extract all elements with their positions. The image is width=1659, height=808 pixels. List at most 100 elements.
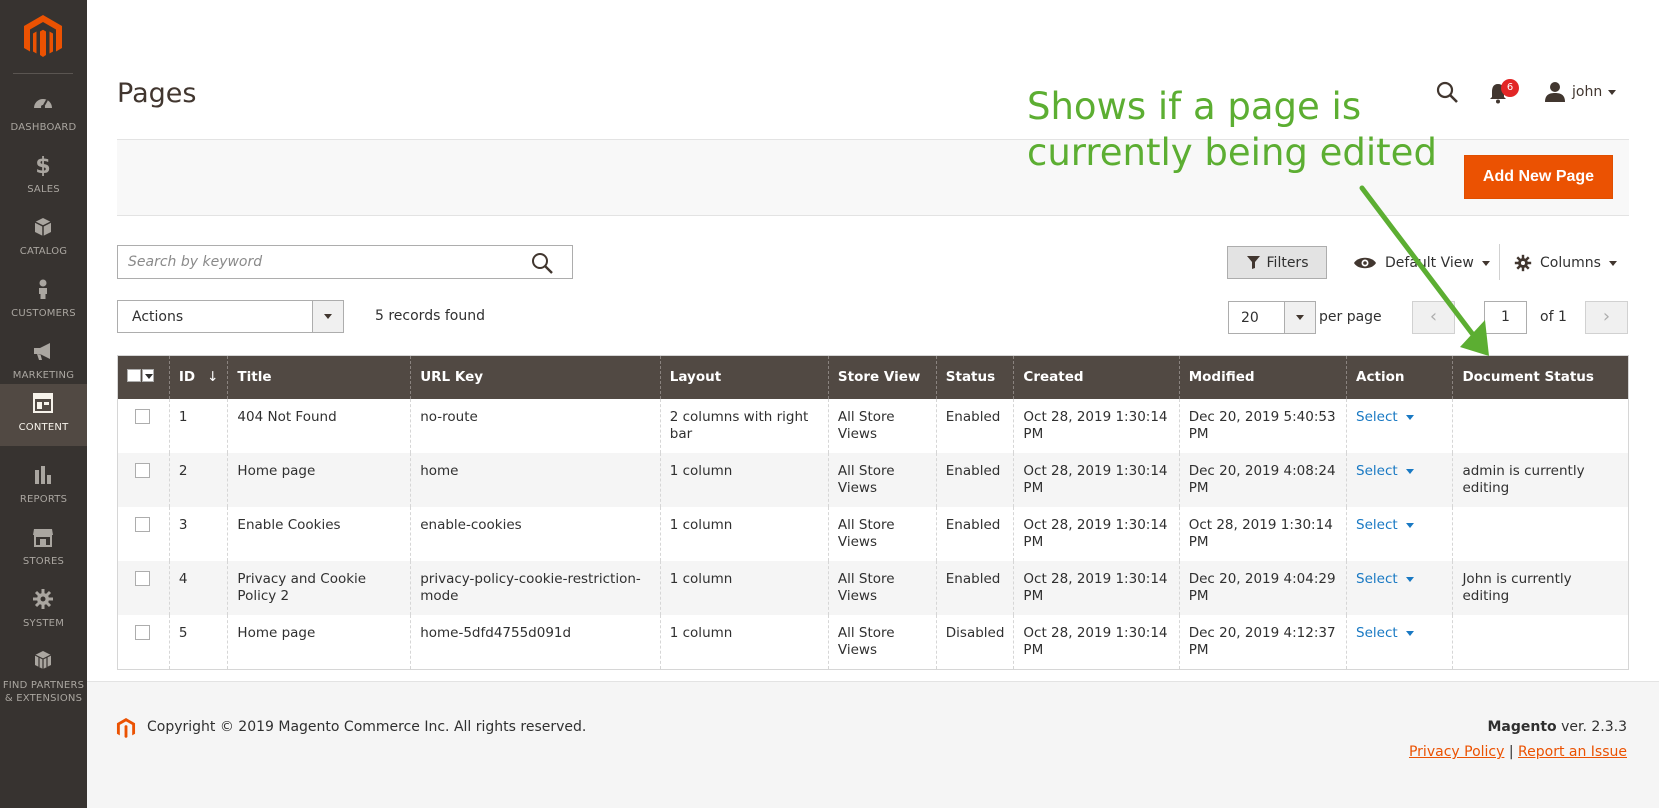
mass-select-dropdown[interactable] — [142, 368, 154, 382]
cell-status: Disabled — [935, 614, 1014, 670]
column-header-action: Action — [1346, 355, 1453, 399]
page-footer: Copyright © 2019 Magento Commerce Inc. A… — [87, 681, 1659, 808]
report-issue-link[interactable]: Report an Issue — [1518, 744, 1627, 760]
action-label: Select — [1356, 570, 1398, 587]
cell-document-status — [1452, 398, 1629, 453]
chevron-down-icon — [1405, 468, 1414, 474]
mass-select-checkbox[interactable] — [127, 368, 154, 382]
cell-title: 404 Not Found — [227, 398, 411, 453]
action-label: Select — [1356, 408, 1398, 425]
cell-status: Enabled — [935, 560, 1014, 615]
column-header-store-view[interactable]: Store View — [827, 355, 937, 399]
bar-chart-icon — [35, 466, 51, 484]
row-checkbox[interactable] — [135, 516, 150, 532]
sidebar-item-catalog[interactable]: CATALOG — [0, 208, 87, 270]
privacy-policy-link[interactable]: Privacy Policy — [1409, 744, 1504, 760]
chevron-down-icon — [324, 314, 332, 319]
column-header-status[interactable]: Status — [935, 355, 1014, 399]
row-action-select[interactable]: Select — [1356, 463, 1414, 480]
sidebar-item-label-2: & EXTENSIONS — [4, 693, 83, 704]
per-page-value: 20 — [1241, 310, 1259, 326]
sidebar-item-system[interactable]: SYSTEM — [0, 580, 87, 642]
column-header-document-status[interactable]: Document Status — [1452, 355, 1629, 399]
cell-modified: Dec 20, 2019 4:08:24 PM — [1178, 452, 1347, 507]
mass-actions-toggle[interactable] — [312, 301, 343, 332]
row-checkbox[interactable] — [135, 570, 150, 586]
magento-logo-icon[interactable] — [22, 14, 64, 58]
column-header-id[interactable]: ID ↓ — [168, 355, 228, 399]
cell-status: Enabled — [935, 398, 1014, 453]
sidebar-item-label: FIND PARTNERS — [2, 680, 85, 691]
annotation-line-1: Shows if a page is — [1027, 85, 1362, 128]
column-header-layout[interactable]: Layout — [659, 355, 829, 399]
footer-separator: | — [1508, 744, 1514, 760]
user-menu[interactable]: john — [1544, 80, 1617, 104]
chevron-down-icon — [1405, 522, 1414, 528]
sidebar-item-dashboard[interactable]: DASHBOARD — [0, 84, 87, 146]
sidebar-item-content[interactable]: CONTENT — [0, 384, 87, 446]
column-header-created[interactable]: Created — [1013, 355, 1180, 399]
column-label: ID — [178, 369, 196, 386]
page-count: of 1 — [1540, 309, 1567, 325]
sidebar-item-sales[interactable]: $ SALES — [0, 146, 87, 208]
per-page-select[interactable]: 20 — [1228, 301, 1316, 334]
search-field — [117, 245, 573, 279]
sidebar-item-stores[interactable]: STORES — [0, 518, 87, 580]
cell-modified: Dec 20, 2019 5:40:53 PM — [1178, 398, 1347, 453]
user-name: john — [1572, 84, 1603, 100]
row-checkbox[interactable] — [135, 408, 150, 424]
cell-document-status: admin is currently editing — [1452, 452, 1629, 507]
chevron-down-icon — [1481, 260, 1490, 266]
gear-icon — [33, 589, 53, 609]
search-icon[interactable] — [530, 251, 554, 275]
row-action-select[interactable]: Select — [1356, 409, 1414, 426]
records-found: 5 records found — [375, 308, 485, 324]
page-title: Pages — [117, 78, 197, 109]
per-page-toggle[interactable] — [1284, 302, 1315, 333]
pages-grid: ID ↓ Title URL Key Layout Store View Stat… — [117, 355, 1629, 670]
action-label: Select — [1356, 462, 1398, 479]
cell-layout: 1 column — [659, 506, 829, 561]
previous-page-button[interactable]: ‹ — [1412, 301, 1455, 334]
cell-created: Oct 28, 2019 1:30:14 PM — [1013, 614, 1180, 670]
next-page-button[interactable]: › — [1585, 301, 1628, 334]
row-checkbox[interactable] — [135, 462, 150, 478]
row-action-select[interactable]: Select — [1356, 517, 1414, 534]
copyright-text: Copyright © 2019 Magento Commerce Inc. A… — [147, 719, 587, 735]
cell-id: 1 — [168, 398, 228, 453]
row-action-select[interactable]: Select — [1356, 571, 1414, 588]
column-header-title[interactable]: Title — [227, 355, 411, 399]
column-header-url-key[interactable]: URL Key — [410, 355, 661, 399]
select-all-box[interactable] — [127, 368, 141, 382]
cell-layout: 1 column — [659, 614, 829, 670]
cell-title: Home page — [227, 614, 411, 670]
person-icon — [39, 279, 47, 299]
sidebar-item-reports[interactable]: REPORTS — [0, 456, 87, 518]
cell-url-key: no-route — [410, 398, 661, 453]
column-header-modified[interactable]: Modified — [1178, 355, 1347, 399]
mass-select-header[interactable] — [117, 355, 170, 399]
sidebar-divider — [13, 73, 73, 74]
funnel-icon — [1246, 256, 1260, 269]
default-view-dropdown[interactable]: Default View — [1353, 252, 1490, 274]
page-number-input[interactable]: 1 — [1484, 301, 1527, 334]
sidebar-item-customers[interactable]: CUSTOMERS — [0, 270, 87, 332]
table-row: 1 404 Not Found no-route 2 columns with … — [117, 398, 1629, 453]
cell-id: 4 — [168, 560, 228, 615]
search-input[interactable] — [128, 251, 518, 273]
gear-icon — [1514, 254, 1532, 272]
cell-id: 3 — [168, 506, 228, 561]
sidebar-item-find-partners[interactable]: FIND PARTNERS & EXTENSIONS — [0, 642, 87, 708]
cell-store-view: All Store Views — [827, 614, 937, 670]
cell-created: Oct 28, 2019 1:30:14 PM — [1013, 398, 1180, 453]
cell-layout: 2 columns with right bar — [659, 398, 829, 453]
row-action-select[interactable]: Select — [1356, 625, 1414, 642]
cell-id: 2 — [168, 452, 228, 507]
chevron-down-icon — [145, 373, 153, 379]
default-view-label: Default View — [1385, 255, 1474, 271]
mass-actions-select[interactable]: Actions — [117, 300, 344, 333]
cell-document-status: John is currently editing — [1452, 560, 1629, 615]
filters-button[interactable]: Filters — [1227, 246, 1327, 279]
row-checkbox[interactable] — [135, 624, 150, 640]
columns-dropdown[interactable]: Columns — [1514, 252, 1617, 274]
